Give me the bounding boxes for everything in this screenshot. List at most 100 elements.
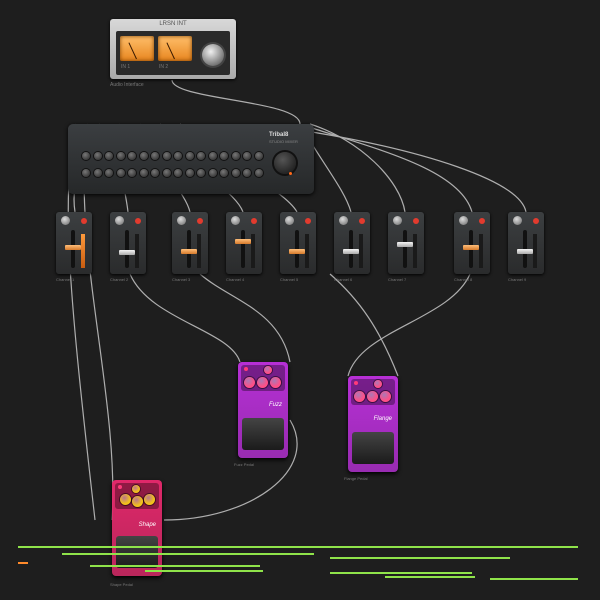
mixer-knob[interactable]	[128, 152, 136, 160]
record-button[interactable]	[251, 218, 257, 224]
pan-knob[interactable]	[231, 216, 240, 225]
mixer-knob[interactable]	[208, 152, 217, 160]
mixer-knob[interactable]	[185, 169, 194, 177]
mixer-knob[interactable]	[174, 169, 182, 177]
mixer-knob[interactable]	[105, 152, 113, 160]
mixer-knob[interactable]	[93, 169, 102, 177]
channel-strip[interactable]	[334, 212, 370, 274]
timeline-clip[interactable]	[490, 578, 578, 580]
volume-fader[interactable]	[289, 248, 305, 254]
mixer-knob[interactable]	[231, 152, 240, 160]
timeline-clip[interactable]	[18, 562, 28, 564]
mixer-knob[interactable]	[243, 152, 251, 160]
mixer-knob[interactable]	[231, 169, 240, 177]
mixer-knob[interactable]	[128, 169, 136, 177]
pan-knob[interactable]	[393, 216, 402, 225]
mixer-knob[interactable]	[243, 169, 251, 177]
channel-strip[interactable]	[454, 212, 490, 274]
mixer-knob[interactable]	[208, 169, 217, 177]
pan-knob[interactable]	[115, 216, 124, 225]
mixer-knob[interactable]	[174, 152, 182, 160]
mixer-knob[interactable]	[162, 169, 171, 177]
record-button[interactable]	[81, 218, 87, 224]
timeline-clip[interactable]	[385, 576, 475, 578]
channel-label: Channel 6	[334, 277, 353, 282]
volume-fader[interactable]	[181, 248, 197, 254]
volume-fader[interactable]	[343, 248, 359, 254]
channel-strip[interactable]	[508, 212, 544, 274]
channel-strip[interactable]	[280, 212, 316, 274]
pan-knob[interactable]	[459, 216, 468, 225]
mixer-knob[interactable]	[93, 152, 102, 160]
mixer-knob[interactable]	[151, 169, 159, 177]
mixer-knob[interactable]	[139, 169, 148, 177]
volume-fader[interactable]	[397, 241, 413, 247]
pan-knob[interactable]	[61, 216, 70, 225]
record-button[interactable]	[197, 218, 203, 224]
pedal-knob[interactable]	[374, 380, 382, 388]
mixer-knob[interactable]	[116, 169, 125, 177]
volume-fader[interactable]	[463, 245, 479, 251]
mixer-knob[interactable]	[220, 152, 228, 160]
pan-knob[interactable]	[339, 216, 348, 225]
volume-fader[interactable]	[65, 245, 81, 251]
timeline-clip[interactable]	[18, 546, 578, 548]
flange-pedal[interactable]: Flange	[348, 376, 398, 472]
mixer-knob[interactable]	[254, 169, 263, 177]
record-button[interactable]	[533, 218, 539, 224]
mixer[interactable]: Tribal8 STUDIO MIXER	[68, 124, 314, 194]
pedal-knob[interactable]	[354, 391, 365, 402]
mixer-knob[interactable]	[105, 169, 113, 177]
record-button[interactable]	[135, 218, 141, 224]
volume-knob[interactable]	[202, 44, 224, 66]
pedal-knob[interactable]	[144, 494, 155, 505]
footswitch[interactable]	[352, 432, 394, 464]
pedal-knob[interactable]	[132, 496, 143, 507]
mixer-knob[interactable]	[82, 152, 90, 160]
mixer-knob[interactable]	[162, 152, 171, 160]
timeline-clip[interactable]	[90, 565, 260, 567]
mixer-knob[interactable]	[116, 152, 125, 160]
mixer-knob[interactable]	[139, 152, 148, 160]
pedal-knob[interactable]	[120, 494, 131, 505]
pedal-knob[interactable]	[264, 366, 272, 374]
record-button[interactable]	[479, 218, 485, 224]
mixer-knob[interactable]	[254, 152, 263, 160]
timeline-clip[interactable]	[145, 570, 263, 572]
pan-knob[interactable]	[285, 216, 294, 225]
channel-strip[interactable]	[388, 212, 424, 274]
master-knob[interactable]	[274, 152, 296, 174]
mixer-knob[interactable]	[220, 169, 228, 177]
volume-fader[interactable]	[119, 250, 135, 256]
record-button[interactable]	[413, 218, 419, 224]
fuzz-pedal[interactable]: Fuzz	[238, 362, 288, 458]
record-button[interactable]	[359, 218, 365, 224]
channel-strip[interactable]	[110, 212, 146, 274]
footswitch[interactable]	[116, 536, 158, 568]
footswitch[interactable]	[242, 418, 284, 450]
audio-interface[interactable]: LRSN INT IN 1 IN 2	[110, 19, 236, 79]
volume-fader[interactable]	[517, 248, 533, 254]
timeline-clip[interactable]	[330, 557, 510, 559]
mixer-knob[interactable]	[185, 152, 194, 160]
mixer-knob[interactable]	[197, 152, 205, 160]
timeline-clip[interactable]	[330, 572, 472, 574]
mixer-knob[interactable]	[197, 169, 205, 177]
pedal-knob[interactable]	[270, 377, 281, 388]
pedal-knob[interactable]	[257, 377, 268, 388]
channel-strip[interactable]	[56, 212, 92, 274]
mixer-knob[interactable]	[151, 152, 159, 160]
channel-strip[interactable]	[226, 212, 262, 274]
pan-knob[interactable]	[177, 216, 186, 225]
shape-pedal[interactable]: Shape	[112, 480, 162, 576]
timeline-clip[interactable]	[62, 553, 314, 555]
volume-fader[interactable]	[235, 238, 251, 244]
channel-strip[interactable]	[172, 212, 208, 274]
pedal-knob[interactable]	[244, 377, 255, 388]
pedal-knob[interactable]	[132, 485, 140, 493]
pan-knob[interactable]	[513, 216, 522, 225]
mixer-knob[interactable]	[82, 169, 90, 177]
record-button[interactable]	[305, 218, 311, 224]
pedal-knob[interactable]	[367, 391, 378, 402]
pedal-knob[interactable]	[380, 391, 391, 402]
